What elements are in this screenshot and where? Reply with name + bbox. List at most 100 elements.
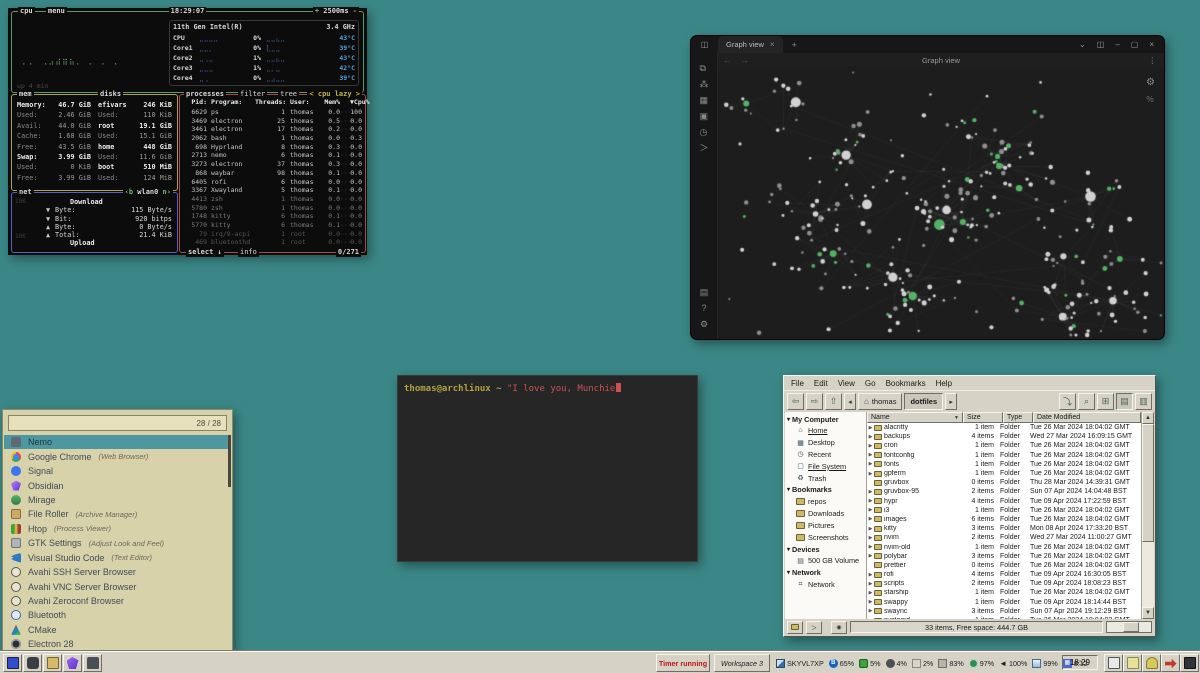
file-row-swappy[interactable]: ▶swappy1 itemFolderTue 09 Apr 2024 18:14…: [867, 598, 1141, 607]
process-row[interactable]: 469bluetoothd1root0.0····0.0: [183, 238, 362, 247]
kitty-launcher[interactable]: [23, 654, 42, 672]
icon-view-button[interactable]: ⊞: [1097, 393, 1114, 410]
new-tab-button[interactable]: ⤵: [1059, 393, 1076, 410]
expander-icon[interactable]: ▶: [867, 443, 874, 449]
bluetooth-tray-item[interactable]: B65%: [829, 659, 854, 668]
expander-icon[interactable]: ▶: [867, 535, 874, 541]
file-row-prettier[interactable]: prettier0 itemsFolderTue 26 Mar 2024 18:…: [867, 561, 1141, 570]
vertical-scrollbar[interactable]: ▲ ▼: [1141, 412, 1154, 619]
launcher-item-electron-28[interactable]: Electron 28: [4, 637, 231, 650]
launcher-item-bluetooth[interactable]: Bluetooth: [4, 608, 231, 622]
breadcrumb-home[interactable]: ⌂ thomas: [858, 393, 902, 410]
screenshot-button[interactable]: ◉: [831, 621, 847, 634]
back-button[interactable]: ⇦: [787, 393, 804, 410]
workspace-button[interactable]: Workspace 3: [714, 654, 770, 672]
list-view-button[interactable]: ▤: [1116, 393, 1133, 410]
compact-view-button[interactable]: ▥: [1135, 393, 1152, 410]
sidebar-item-trash[interactable]: ♻Trash: [785, 472, 866, 484]
proc-header-cell[interactable]: User:: [285, 98, 322, 106]
launcher-item-cmake[interactable]: CMake: [4, 623, 231, 637]
settings-icon[interactable]: ⚙: [700, 317, 708, 333]
expander-icon[interactable]: ▶: [867, 471, 874, 477]
disk-usage-tray-item[interactable]: 83%: [938, 659, 963, 668]
sidebar-item-pictures[interactable]: Pictures: [785, 519, 866, 531]
graph-filter-icon[interactable]: ％: [1146, 94, 1154, 105]
side-pane-toggle-button[interactable]: [787, 621, 803, 634]
process-row[interactable]: 79irq/9-acpi1root0.0····0.0: [183, 230, 362, 239]
file-row-nvim[interactable]: ▶nvim2 itemsFolderWed 27 Mar 2024 11:00:…: [867, 533, 1141, 542]
collapse-triangle-icon[interactable]: ▾: [787, 486, 790, 493]
tab-dropdown-icon[interactable]: ⌄: [1079, 40, 1086, 49]
tab-cpu[interactable]: cpu: [18, 7, 35, 16]
search-button[interactable]: ⌕: [1078, 393, 1095, 410]
launcher-item-mirage[interactable]: Mirage: [4, 493, 231, 507]
scroll-down-icon[interactable]: ▼: [1142, 607, 1154, 619]
breadcrumb-current[interactable]: dotfiles: [904, 393, 943, 410]
minimize-icon[interactable]: –: [1115, 40, 1119, 49]
forward-button[interactable]: ⇨: [806, 393, 823, 410]
close-icon[interactable]: ×: [1149, 40, 1154, 49]
obsidian-launcher[interactable]: [63, 654, 82, 672]
proc-header-cell[interactable]: ▼Cpu%: [350, 98, 370, 106]
forward-icon[interactable]: →: [736, 56, 754, 65]
sidebar-item-desktop[interactable]: ▦Desktop: [785, 437, 866, 449]
menu-bookmarks[interactable]: Bookmarks: [881, 379, 931, 388]
interval-minus-icon[interactable]: -: [353, 7, 357, 15]
maximize-icon[interactable]: ▢: [1131, 40, 1139, 49]
expander-icon[interactable]: ▶: [867, 590, 874, 596]
refresh-interval[interactable]: + 2500ms -: [313, 7, 359, 16]
launcher-item-gtk-settings[interactable]: GTK Settings(Adjust Look and Feel): [4, 536, 231, 550]
sidebar-item-repos[interactable]: repos: [785, 496, 866, 508]
file-row-cron[interactable]: ▶cron1 itemFolderTue 26 Mar 2024 18:04:0…: [867, 441, 1141, 450]
sidebar-item-recent[interactable]: ◷Recent: [785, 449, 866, 461]
process-row[interactable]: 698Hyprland8thomas0.3····0.0: [183, 143, 362, 152]
restart-button[interactable]: [1161, 654, 1180, 672]
file-row-nvim-old[interactable]: ▶nvim-old1 itemFolderTue 26 Mar 2024 18:…: [867, 542, 1141, 551]
hscroll-thumb[interactable]: [1123, 622, 1139, 632]
memory-usage-tray-item[interactable]: 2%: [912, 659, 933, 668]
graph-settings-icon[interactable]: ⚙: [1146, 77, 1155, 88]
taskbar-clock[interactable]: 18:29: [1062, 655, 1098, 670]
column-header-type[interactable]: Type: [1003, 412, 1033, 423]
help-icon[interactable]: ?: [701, 301, 706, 317]
file-row-rofi[interactable]: ▶rofi4 itemsFolderTue 09 Apr 2024 16:30:…: [867, 570, 1141, 579]
file-row-polybar[interactable]: ▶polybar3 itemsFolderTue 26 Mar 2024 18:…: [867, 552, 1141, 561]
expander-icon[interactable]: ▶: [867, 608, 874, 614]
scroll-up-icon[interactable]: ▲: [1142, 412, 1154, 424]
proc-header-cell[interactable]: Pid:: [183, 98, 207, 106]
new-tab-icon[interactable]: +: [783, 40, 806, 50]
sidebar-section-header[interactable]: ▾Network: [785, 567, 866, 579]
expander-icon[interactable]: ▶: [867, 544, 874, 550]
launcher-item-obsidian[interactable]: Obsidian: [4, 478, 231, 492]
notes-button[interactable]: [1123, 654, 1142, 672]
collapse-triangle-icon[interactable]: ▾: [787, 569, 790, 576]
expander-icon[interactable]: ▶: [867, 425, 874, 431]
process-row[interactable]: 3461electron17thomas0.2····0.0: [183, 125, 362, 134]
up-button[interactable]: ⇧: [825, 393, 842, 410]
timer-running-button[interactable]: Timer running: [656, 654, 710, 672]
launcher-scrollbar[interactable]: [228, 435, 231, 487]
launcher-item-file-roller[interactable]: File Roller(Archive Manager): [4, 507, 231, 521]
trash-launcher[interactable]: [83, 654, 102, 672]
file-row-gruvbox[interactable]: gruvbox0 itemsFolderThu 28 Mar 2024 14:3…: [867, 478, 1141, 487]
sidebar-section-header[interactable]: ▾Bookmarks: [785, 484, 866, 496]
back-icon[interactable]: ←: [718, 56, 736, 65]
file-row-images[interactable]: ▶images6 itemsFolderTue 26 Mar 2024 18:0…: [867, 515, 1141, 524]
scrollbar-thumb[interactable]: [1142, 424, 1154, 542]
menu-view[interactable]: View: [833, 379, 860, 388]
sidebar-item-500-gb-volume[interactable]: ▤500 GB Volume: [785, 555, 866, 567]
file-row-hypr[interactable]: ▶hypr4 itemsFolderTue 09 Apr 2024 17:22:…: [867, 497, 1141, 506]
sidebar-section-header[interactable]: ▾My Computer: [785, 413, 866, 425]
expander-icon[interactable]: ▶: [867, 461, 874, 467]
file-row-fontconfig[interactable]: ▶fontconfig1 itemFolderTue 26 Mar 2024 1…: [867, 451, 1141, 460]
process-row[interactable]: 868waybar98thomas0.1····0.0: [183, 169, 362, 178]
expander-icon[interactable]: ▶: [867, 572, 874, 578]
select-hint[interactable]: select ↓: [186, 248, 224, 257]
files-launcher[interactable]: [43, 654, 62, 672]
expander-icon[interactable]: ▶: [867, 553, 874, 559]
expander-icon[interactable]: ▶: [867, 581, 874, 587]
calendar-icon[interactable]: ▣: [699, 109, 708, 125]
file-row-gpferm[interactable]: ▶gpferm1 itemFolderTue 26 Mar 2024 18:04…: [867, 469, 1141, 478]
path-scroll-left-button[interactable]: ◂: [844, 393, 856, 410]
process-row[interactable]: 2062bash1thomas0.0····0.3: [183, 134, 362, 143]
